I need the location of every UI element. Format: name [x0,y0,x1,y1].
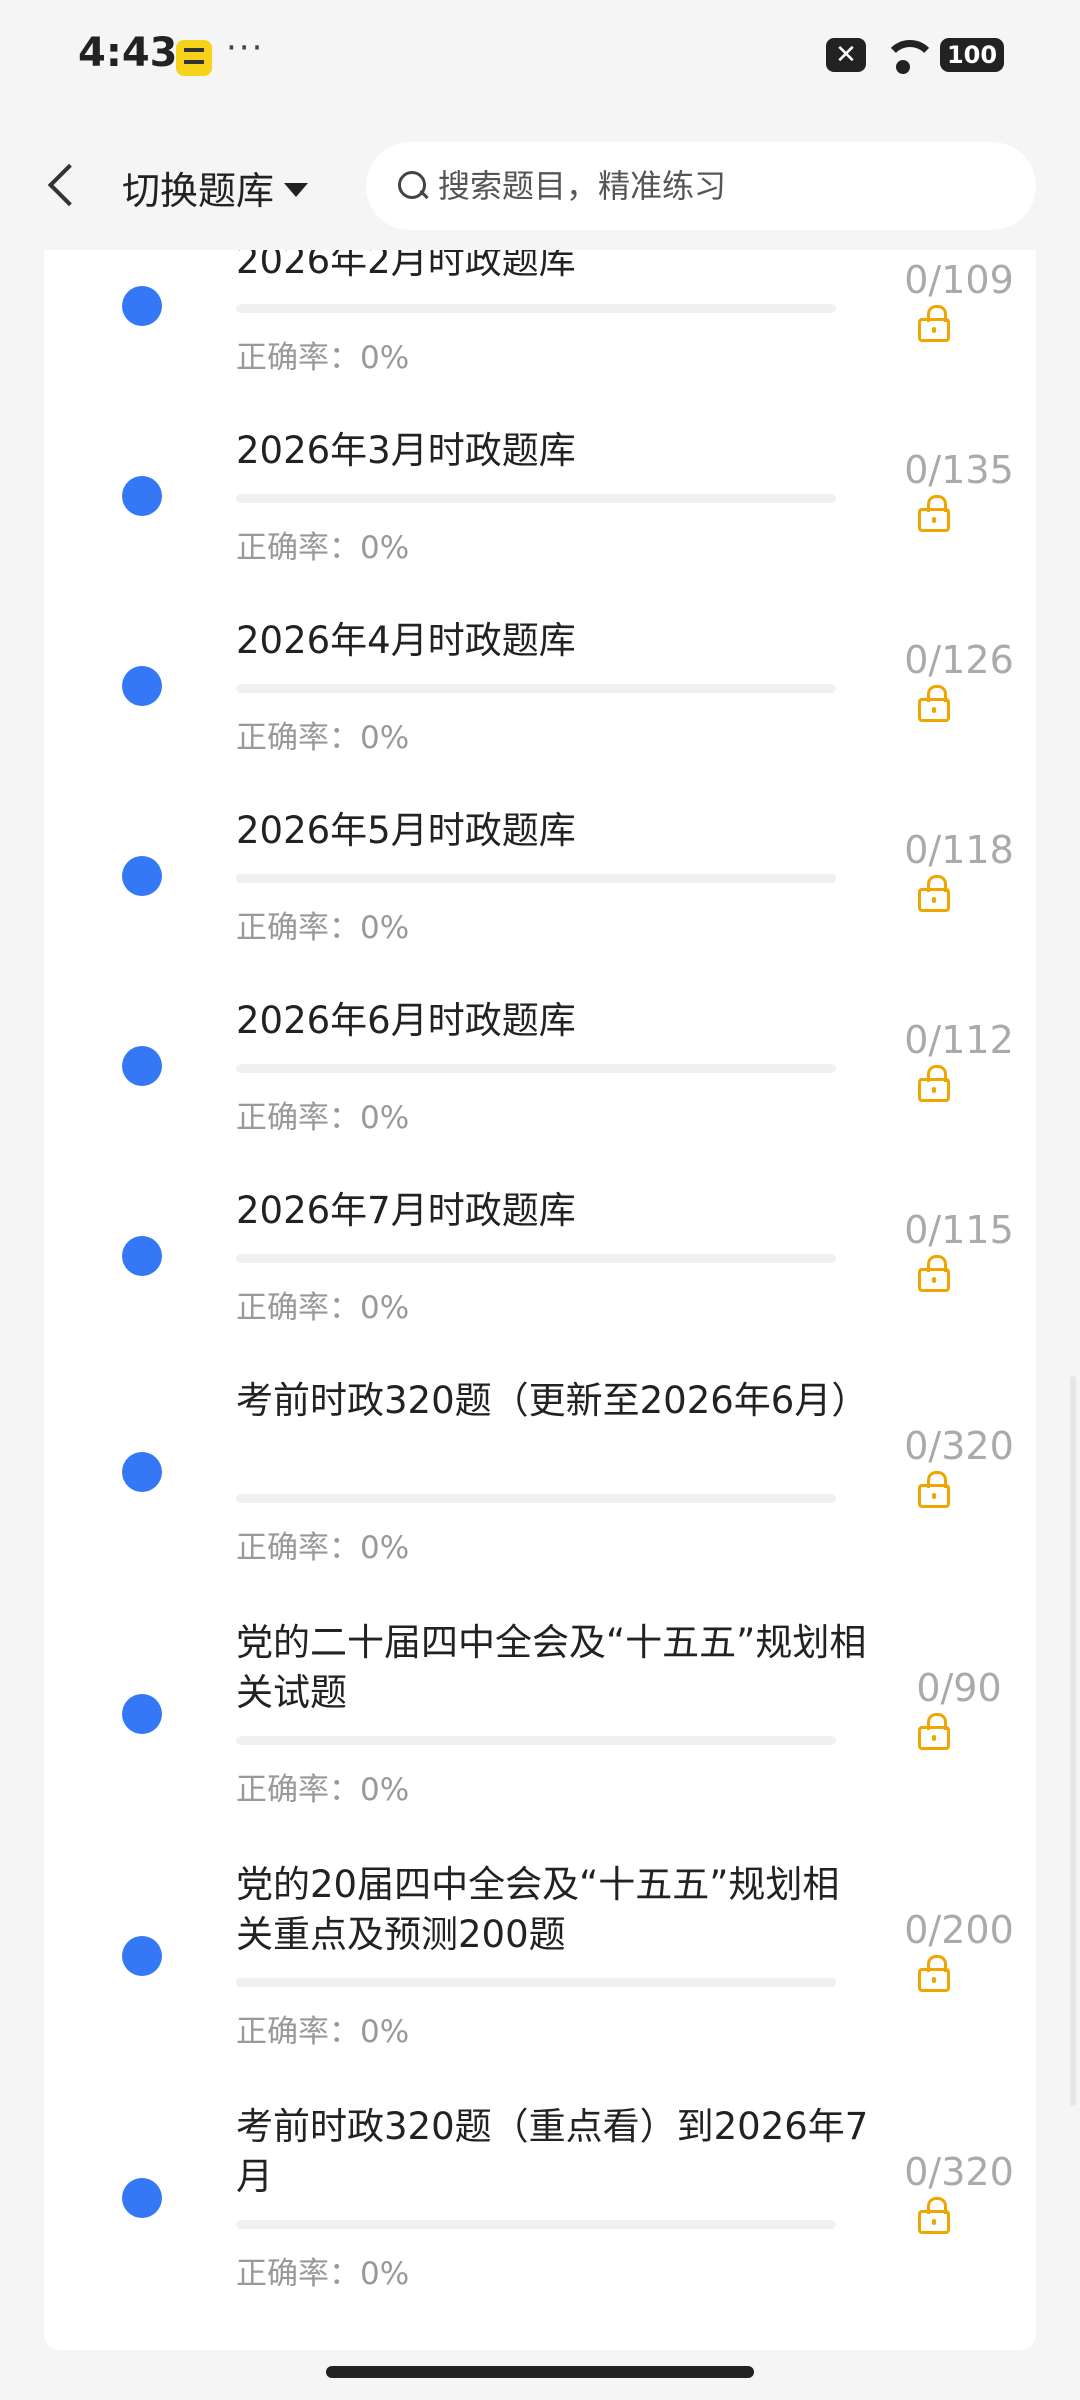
question-count: 0/320 [904,1424,1014,1468]
status-dot-icon [122,476,162,516]
status-dot-icon [122,1936,162,1976]
question-count: 0/126 [904,638,1014,682]
question-bank-list: 2026年2月时政题库 正确率：0% 0/109 2026年3月时政题库 正确率：0% 0… [44,239,1036,2350]
progress-bar [236,494,836,503]
lock-icon [918,1713,950,1750]
progress-bar [236,1254,836,1263]
question-count: 0/135 [904,448,1014,492]
item-title: 考前时政320题（更新至2026年6月） [236,1379,869,1422]
scrollbar[interactable] [1070,1376,1076,2106]
progress-bar [236,1736,836,1745]
accuracy-text: 正确率：0% [236,720,410,756]
search-input[interactable] [438,167,998,205]
item-title: 2026年5月时政题库 [236,809,576,852]
accuracy-text: 正确率：0% [236,2256,410,2292]
status-dot-icon [122,1236,162,1276]
lock-icon [918,1065,950,1102]
question-count: 0/115 [904,1208,1014,1252]
switch-bank-label: 切换题库 [122,169,275,213]
question-count: 0/320 [904,2150,1014,2194]
home-indicator[interactable] [326,2366,754,2378]
item-title: 考前时政320题（重点看）到2026年7月 [236,2105,869,2198]
search-icon [396,169,430,203]
switch-bank-button[interactable]: 切换题库 [122,160,309,215]
more-notifications-icon: ··· [226,28,265,68]
lock-icon [918,305,950,342]
question-count: 0/200 [904,1908,1014,1952]
item-title: 2026年6月时政题库 [236,999,576,1042]
status-bar: 4:43 ··· ✕ 100 [0,0,1080,120]
accuracy-text: 正确率：0% [236,1100,410,1136]
item-title: 党的20届四中全会及“十五五”规划相关重点及预测200题 [236,1863,840,1956]
progress-bar [236,2220,836,2229]
progress-bar [236,874,836,883]
caret-down-icon [284,182,309,197]
lock-icon [918,875,950,912]
status-dot-icon [122,2178,162,2218]
accuracy-text: 正确率：0% [236,530,410,566]
item-title: 党的二十届四中全会及“十五五”规划相关试题 [236,1621,867,1714]
battery-icon: 100 [940,38,1004,72]
close-badge-icon: ✕ [826,38,866,72]
top-bar: 切换题库 [0,120,1080,250]
lock-icon [918,1471,950,1508]
status-icons: ✕ 100 [826,38,1004,74]
progress-bar [236,304,836,313]
status-dot-icon [122,856,162,896]
accuracy-text: 正确率：0% [236,1772,410,1808]
accuracy-text: 正确率：0% [236,340,410,376]
progress-bar [236,1064,836,1073]
lock-icon [918,495,950,532]
item-title: 2026年7月时政题库 [236,1189,576,1232]
wifi-icon [880,38,937,74]
progress-bar [236,1494,836,1503]
status-dot-icon [122,1694,162,1734]
progress-bar [236,684,836,693]
app-notification-icon [176,40,212,76]
status-dot-icon [122,1452,162,1492]
lock-icon [918,685,950,722]
status-dot-icon [122,1046,162,1086]
status-dot-icon [122,666,162,706]
accuracy-text: 正确率：0% [236,1290,410,1326]
lock-icon [918,1955,950,1992]
lock-icon [918,2197,950,2234]
status-time: 4:43 [78,30,178,76]
question-count: 0/118 [904,828,1014,872]
item-title: 2026年4月时政题库 [236,619,576,662]
accuracy-text: 正确率：0% [236,2014,410,2050]
question-count: 0/112 [904,1018,1014,1062]
accuracy-text: 正确率：0% [236,910,410,946]
status-dot-icon [122,286,162,326]
item-title: 2026年3月时政题库 [236,429,576,472]
question-count: 0/109 [904,258,1014,302]
progress-bar [236,1978,836,1987]
back-button[interactable] [38,156,86,216]
lock-icon [918,1255,950,1292]
search-bar[interactable] [366,142,1036,230]
accuracy-text: 正确率：0% [236,1530,410,1566]
question-count: 0/90 [916,1666,1002,1710]
